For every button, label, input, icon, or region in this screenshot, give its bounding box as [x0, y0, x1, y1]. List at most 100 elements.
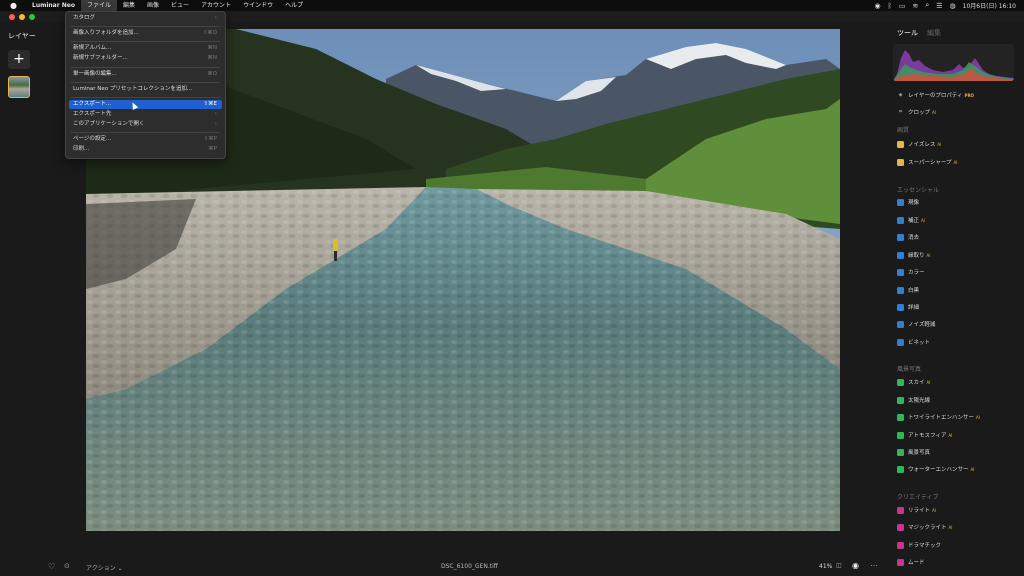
ai-badge: AI [926, 252, 931, 258]
menu-item-new-subfolder[interactable]: 新規サブフォルダー... ⌘N [69, 54, 222, 63]
menu-item-label: このアプリケーションで開く [73, 121, 145, 127]
erase-icon [897, 233, 904, 241]
menu-item-open-with[interactable]: このアプリケーションで開く › [69, 120, 222, 129]
search-icon[interactable]: ⌕ [925, 1, 929, 10]
tool-item[interactable]: ノイズ軽減 [897, 318, 937, 330]
section-title: 風景写真 [897, 366, 922, 373]
ai-badge: AI [921, 217, 925, 223]
tool-item[interactable]: 消去 [897, 231, 921, 243]
menu-view[interactable]: ビュー [165, 0, 195, 11]
menu-item-label: カタログ [73, 15, 96, 21]
tool-item[interactable]: ノイズレス AI [897, 138, 941, 150]
tool-item[interactable]: 補正 AI [897, 214, 925, 226]
tool-item[interactable]: 白黒 [897, 284, 921, 296]
vignette-icon [897, 338, 904, 346]
tool-item[interactable]: マジックライト AI [897, 521, 952, 533]
history-icon[interactable]: ⊙ [64, 562, 70, 570]
layer-thumbnail[interactable] [8, 76, 30, 98]
battery-icon[interactable]: ▭ [899, 2, 906, 10]
filename: DSC_6100_GEN.tiff [441, 563, 498, 570]
tool-crop[interactable]: ⌗ クロップ AI [897, 106, 936, 118]
zoom-level[interactable]: 41% [819, 563, 832, 570]
pro-badge: PRO [964, 92, 974, 98]
menu-item-export-to[interactable]: エクスポート先 › [69, 110, 222, 119]
enhance-icon [897, 216, 904, 224]
layers-title: レイヤー [8, 32, 36, 40]
menu-app-name[interactable]: Luminar Neo [26, 0, 81, 11]
tool-label: 縁取り [908, 253, 925, 259]
color-icon [897, 268, 904, 276]
tool-label: リライト [908, 508, 931, 514]
tool-label: 風景写真 [908, 450, 931, 456]
crop-icon: ⌗ [899, 108, 902, 115]
supersharp-icon [897, 158, 904, 166]
menu-separator [71, 82, 220, 83]
menu-item-new-album[interactable]: 新規アルバム... ⌘N [69, 44, 222, 53]
tool-label: レイヤーのプロパティ [908, 93, 963, 99]
menu-item-edit-single-image[interactable]: 単一画像の編集... ⌘O [69, 70, 222, 79]
menu-shortcut: ⌘O [207, 71, 217, 77]
tool-item[interactable]: リライト AI [897, 504, 936, 516]
tool-item[interactable]: カラー [897, 266, 927, 278]
record-icon[interactable]: ◉ [875, 2, 881, 10]
tool-item[interactable]: ビネット [897, 336, 932, 348]
histogram-graph [893, 50, 1014, 81]
menu-account[interactable]: アカウント [195, 0, 237, 11]
tool-item[interactable]: ムード [897, 556, 927, 568]
menu-item-label: 印刷... [73, 146, 90, 152]
menubar-clock[interactable]: 10月6日(日) 16:10 [963, 1, 1016, 10]
tool-item[interactable]: 詳細 [897, 301, 921, 313]
tab-tools[interactable]: ツール [897, 28, 918, 38]
bluetooth-icon[interactable]: ᛒ [888, 2, 892, 10]
tool-label: ノイズレス [908, 142, 936, 148]
menu-item-page-setup[interactable]: ページの設定... ⇧⌘P [69, 135, 222, 144]
panel-tabs: ツール 編集 [897, 28, 941, 38]
tool-item[interactable]: スーパーシャープ AI [897, 156, 957, 168]
tool-item[interactable]: 太陽光線 [897, 394, 932, 406]
eye-icon[interactable]: ◉ [852, 561, 859, 570]
tool-layer-properties[interactable]: ◈ レイヤーのプロパティ PRO [897, 89, 974, 101]
actions-label: アクション [86, 565, 116, 572]
tool-item[interactable]: ドラマチック [897, 539, 943, 551]
dramatic-icon [897, 541, 904, 549]
details-icon [897, 303, 904, 311]
actions-dropdown[interactable]: アクション ⌄ [86, 563, 123, 572]
siri-icon[interactable]: ◍ [950, 2, 956, 10]
tab-edit[interactable]: 編集 [927, 28, 941, 38]
menu-item-add-presets[interactable]: Luminar Neo プリセットコレクションを追加... [69, 85, 222, 94]
tool-item[interactable]: 現像 [897, 196, 921, 208]
control-center-icon[interactable]: ☰ [936, 2, 942, 10]
more-icon[interactable]: ⋯ [870, 561, 878, 570]
add-layer-button[interactable]: + [8, 50, 30, 69]
tool-item[interactable]: アトモスフィア AI [897, 429, 952, 441]
menu-separator [71, 26, 220, 27]
menu-image[interactable]: 画像 [141, 0, 165, 11]
menu-item-export[interactable]: エクスポート... ⇧⌘E [69, 100, 222, 109]
sky-icon [897, 378, 904, 386]
menu-shortcut: ⌘N [207, 45, 217, 51]
menu-shortcut: ⌘P [208, 146, 217, 152]
heart-icon[interactable]: ♡ [48, 562, 55, 571]
tool-item[interactable]: スカイ AI [897, 376, 930, 388]
tool-item[interactable]: 風景写真 [897, 446, 932, 458]
menu-item-print[interactable]: 印刷... ⌘P [69, 145, 222, 154]
menu-help[interactable]: ヘルプ [279, 0, 309, 11]
menu-edit[interactable]: 編集 [117, 0, 141, 11]
tool-item[interactable]: 縁取り AI [897, 249, 930, 261]
window-zoom-button[interactable] [29, 14, 35, 20]
histogram [893, 44, 1014, 81]
window-minimize-button[interactable] [19, 14, 25, 20]
apple-icon[interactable]: ● [10, 1, 18, 10]
window-close-button[interactable] [9, 14, 15, 20]
tool-item[interactable]: トワイライトエンハンサー AI [897, 411, 980, 423]
tool-label: 白黒 [908, 288, 920, 294]
menu-window[interactable]: ウインドウ [237, 0, 279, 11]
menu-item-catalog[interactable]: カタログ › [69, 14, 222, 23]
tool-label: クロップ [908, 110, 931, 116]
ai-badge: AI [932, 507, 936, 513]
menu-item-add-folder[interactable]: 画像入りフォルダを追加... ⇧⌘O [69, 29, 222, 38]
tool-item[interactable]: ウォーターエンハンサー AI [897, 463, 974, 475]
wifi-icon[interactable]: ≋ [912, 2, 918, 10]
compare-icon[interactable]: ◫ [836, 562, 842, 569]
menu-file[interactable]: ファイル [80, 0, 117, 11]
